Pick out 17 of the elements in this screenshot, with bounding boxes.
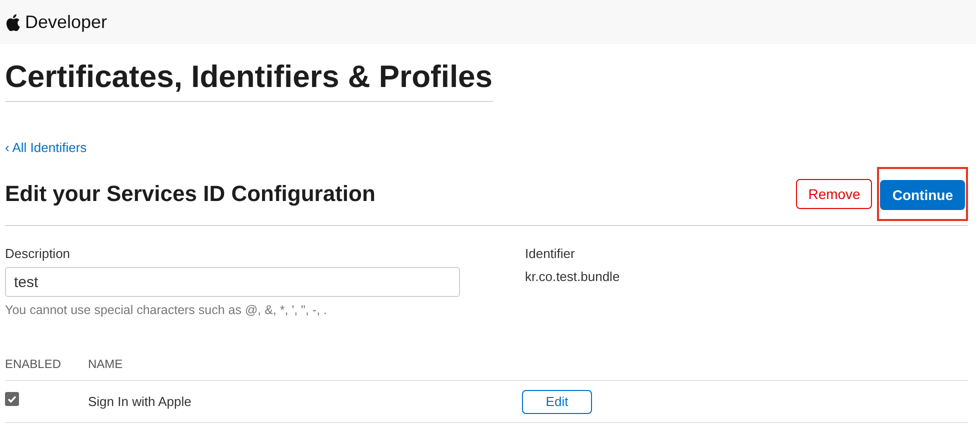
page-title: Certificates, Identifiers & Profiles (5, 59, 493, 102)
apple-logo-icon (6, 14, 20, 30)
field-label: Description (5, 246, 72, 261)
edit-button[interactable]: Edit (522, 390, 592, 414)
continue-button[interactable]: Continue (880, 180, 965, 210)
remove-button[interactable]: Remove (796, 179, 872, 209)
checkbox[interactable] (5, 392, 19, 406)
back-link[interactable]: ‹ All Identifiers (5, 140, 87, 155)
column-header: ENABLED (5, 357, 62, 371)
field-label: Identifier (525, 246, 576, 261)
column-header: NAME (88, 357, 124, 371)
identifier-value: kr.co.test.bundle (525, 269, 620, 284)
section-title: Edit your Services ID Configuration (5, 181, 376, 207)
brand-name[interactable]: Developer (25, 12, 108, 32)
field-hint: You cannot use special characters such as @, &, *, ', ", -, . (5, 303, 328, 317)
description-field[interactable]: test (5, 267, 460, 297)
capability-name: Sign In with Apple (88, 394, 192, 409)
